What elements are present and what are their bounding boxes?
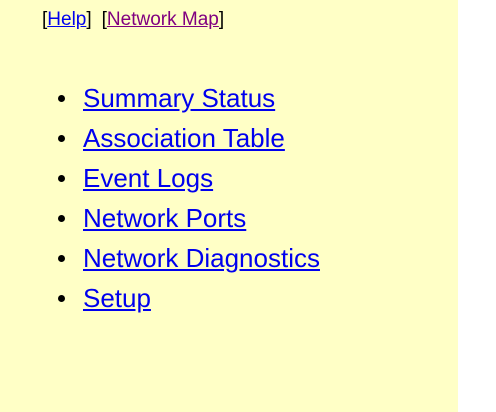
bullet-icon: [58, 294, 65, 302]
network-ports-link[interactable]: Network Ports: [83, 203, 246, 233]
nav-item-network-ports: Network Ports: [58, 198, 320, 238]
summary-status-link[interactable]: Summary Status: [83, 83, 275, 113]
association-table-link[interactable]: Association Table: [83, 123, 285, 153]
nav-item-event-logs: Event Logs: [58, 158, 320, 198]
bullet-icon: [58, 134, 65, 142]
network-diagnostics-link[interactable]: Network Diagnostics: [83, 243, 320, 273]
event-logs-link[interactable]: Event Logs: [83, 163, 213, 193]
content-panel: [Help] [Network Map] Summary Status Assoc…: [0, 0, 458, 412]
bullet-icon: [58, 174, 65, 182]
bullet-icon: [58, 94, 65, 102]
network-map-link[interactable]: Network Map: [107, 9, 219, 30]
bullet-icon: [58, 214, 65, 222]
help-link[interactable]: Help: [47, 9, 86, 30]
nav-item-summary-status: Summary Status: [58, 78, 320, 118]
nav-item-association-table: Association Table: [58, 118, 320, 158]
nav-item-network-diagnostics: Network Diagnostics: [58, 238, 320, 278]
nav-item-setup: Setup: [58, 278, 320, 318]
bracket-close: ]: [218, 9, 225, 30]
setup-link[interactable]: Setup: [83, 283, 151, 313]
top-link-bar: [Help] [Network Map]: [42, 9, 224, 31]
nav-list: Summary Status Association Table Event L…: [58, 78, 320, 318]
bullet-icon: [58, 254, 65, 262]
bracket-close: ]: [86, 9, 92, 30]
